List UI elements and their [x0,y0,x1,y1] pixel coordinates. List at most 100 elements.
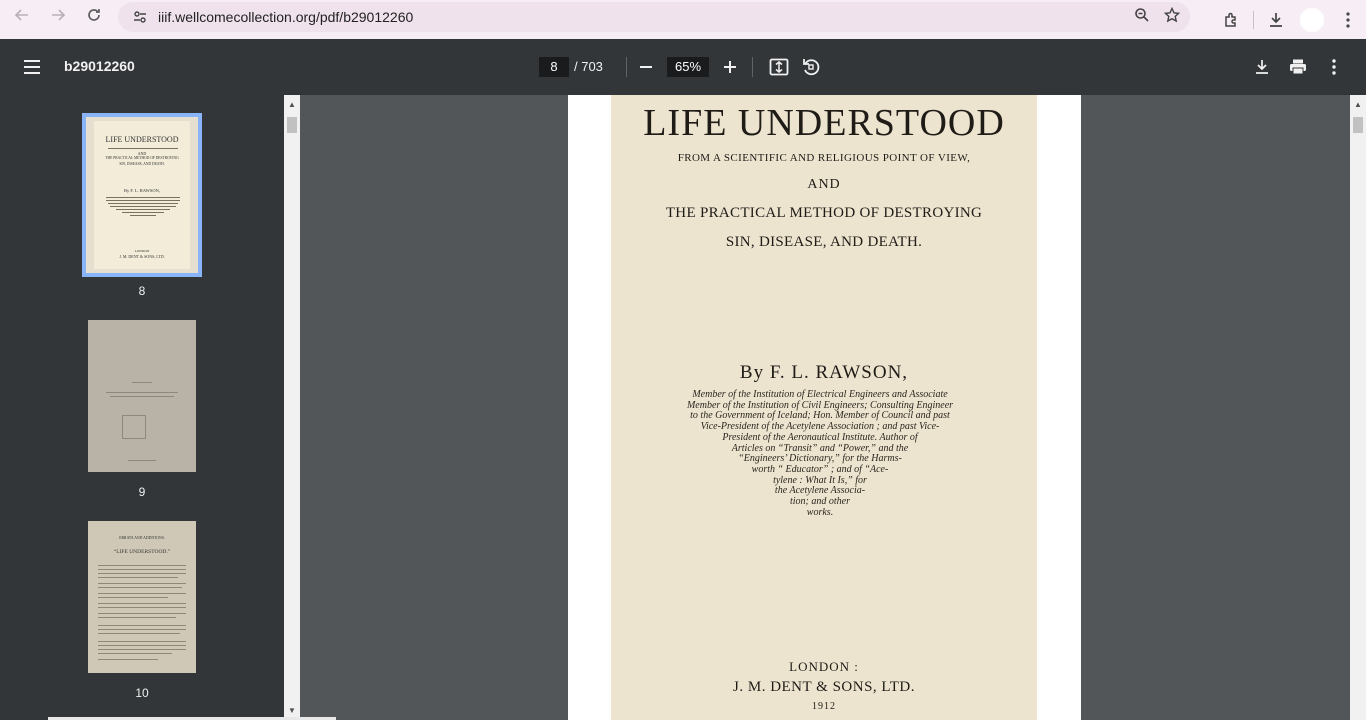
thumbnail-stamp [122,415,146,439]
pdf-toolbar: b29012260 8 / 703 65% [0,39,1366,95]
thumbnail-text-line [106,200,180,201]
thumbnail-publisher: J. M. DENT & SONS, LTD. [119,254,165,259]
print-icon[interactable] [1284,53,1312,81]
sidebar-menu-icon[interactable] [18,55,46,79]
thumbnail-text-line [122,212,164,213]
thumbnail-label-10: 10 [135,686,149,700]
document-title: b29012260 [64,58,135,74]
sidebar-scrollbar-thumb[interactable] [287,117,297,133]
address-bar[interactable]: iiif.wellcomecollection.org/pdf/b2901226… [118,2,1190,32]
forward-arrow-icon[interactable] [40,0,76,30]
thumbnail-text-line [98,625,186,626]
thumbnail-text-line [98,603,186,604]
thumbnail-text-line [98,617,176,618]
thumbnail-heading: ERRATA AND ADDITIONS. [119,536,165,540]
rotate-icon[interactable] [797,53,825,81]
thumbnail-text-line [98,641,186,642]
book-author: By F. L. RAWSON, [739,362,909,383]
book-subtitle-line2: SIN, DISEASE, AND DEATH. [725,234,923,250]
thumbnail-text-line [98,593,186,594]
thumbnail-text-line [106,197,180,198]
thumbnail-text-line [130,215,156,216]
main-scrollbar-thumb[interactable] [1353,117,1363,133]
thumbnail-line1: THE PRACTICAL METHOD OF DESTROYING [105,156,179,160]
main-scrollbar[interactable]: ▲ [1350,95,1366,720]
author-credentials: Member of the Institution of Electrical … [655,389,985,518]
book-title: LIFE UNDERSTOOD [643,102,1005,144]
thumbnail-text-line [98,583,186,584]
book-and: AND [807,177,841,192]
thumbnail-text-line [116,209,170,210]
thumbnail-page-10[interactable]: ERRATA AND ADDITIONS. “LIFE UNDERSTOOD.” [88,521,196,673]
thumbnail-text-line [98,597,168,598]
thumbnail-text-line [108,203,178,204]
scroll-down-arrow-icon[interactable]: ▼ [284,703,300,717]
thumbnail-text-line [98,573,186,574]
download-icon[interactable] [1248,53,1276,81]
thumbnail-text-line [98,645,186,646]
thumbnail-sidebar: LIFE UNDERSTOOD AND THE PRACTICAL METHOD… [0,95,284,720]
page-number-input[interactable]: 8 [539,57,569,77]
thumbnail-text-line [98,659,158,660]
thumbnail-author: By F. L. RAWSON, [123,188,161,193]
book-subtitle-line1: THE PRACTICAL METHOD OF DESTROYING [665,205,983,221]
thumbnail-text-line [106,392,178,393]
browser-chrome: iiif.wellcomecollection.org/pdf/b2901226… [0,0,1366,39]
thumbnail-text-line [98,577,178,578]
thumbnail-title: “LIFE UNDERSTOOD.” [113,549,171,555]
extensions-icon[interactable] [1213,5,1249,35]
thumbnail-label-8: 8 [138,284,146,298]
thumbnail-line2: SIN, DISEASE, AND DEATH. [119,162,165,166]
pdf-page: LIFE UNDERSTOOD FROM A SCIENTIFIC AND RE… [568,95,1081,720]
more-options-icon[interactable] [1320,53,1348,81]
thumbnail-text-line [98,629,186,630]
toolbar-divider [626,57,627,77]
toolbar-divider [752,57,753,77]
profile-avatar[interactable] [1300,7,1324,32]
thumbnail-text-line [98,613,186,614]
thumbnail-label-9: 9 [138,485,146,499]
thumbnail-text-line [98,607,186,608]
sidebar-scrollbar[interactable]: ▲ ▼ [284,95,300,720]
zoom-in-icon[interactable] [716,53,744,81]
scanned-page-image: LIFE UNDERSTOOD FROM A SCIENTIFIC AND RE… [611,95,1037,720]
thumbnail-london: LONDON [134,249,150,253]
zoom-out-icon[interactable] [632,53,660,81]
url-text: iiif.wellcomecollection.org/pdf/b2901226… [158,9,414,25]
credential-line: works. [806,506,834,518]
book-subtitle: FROM A SCIENTIFIC AND RELIGIOUS POINT OF… [677,152,971,164]
fit-to-page-icon[interactable] [765,53,793,81]
thumbnail-text-line [128,460,156,461]
thumbnail-text-line [110,206,176,207]
back-arrow-icon[interactable] [4,0,40,30]
downloads-icon[interactable] [1258,5,1294,35]
chrome-divider [1253,10,1254,29]
publisher-name: J. M. DENT & SONS, LTD. [733,679,915,695]
scroll-up-arrow-icon[interactable]: ▲ [1350,97,1366,111]
chrome-menu-icon[interactable] [1330,5,1366,35]
thumbnail-text-line [98,649,186,650]
zoom-icon[interactable] [1134,7,1150,28]
credential-line: President of the Aeronautical Institute.… [722,431,918,443]
thumbnail-text-line [98,569,186,570]
publication-year: 1912 [812,701,836,712]
scroll-up-arrow-icon[interactable]: ▲ [284,97,300,111]
bookmark-star-icon[interactable] [1163,6,1181,28]
thumbnail-text-line [110,396,174,397]
thumbnail-title: LIFE UNDERSTOOD [105,135,179,144]
site-settings-icon[interactable] [128,9,152,25]
thumbnail-text-line [98,587,182,588]
thumbnail-text-line [98,565,186,566]
thumbnail-image: LIFE UNDERSTOOD AND THE PRACTICAL METHOD… [94,121,190,269]
thumbnail-text-line [108,148,178,149]
zoom-level-input[interactable]: 65% [667,57,709,77]
thumbnail-page-8[interactable]: LIFE UNDERSTOOD AND THE PRACTICAL METHOD… [82,113,202,277]
thumbnail-text-line [132,382,152,383]
pdf-viewer: LIFE UNDERSTOOD FROM A SCIENTIFIC AND RE… [300,95,1350,720]
thumbnail-text-line [98,653,172,654]
page-total: / 703 [574,59,603,74]
publisher-city: LONDON : [789,659,859,674]
thumbnail-text-line [98,633,180,634]
thumbnail-page-9[interactable] [88,320,196,472]
reload-icon[interactable] [76,0,112,30]
